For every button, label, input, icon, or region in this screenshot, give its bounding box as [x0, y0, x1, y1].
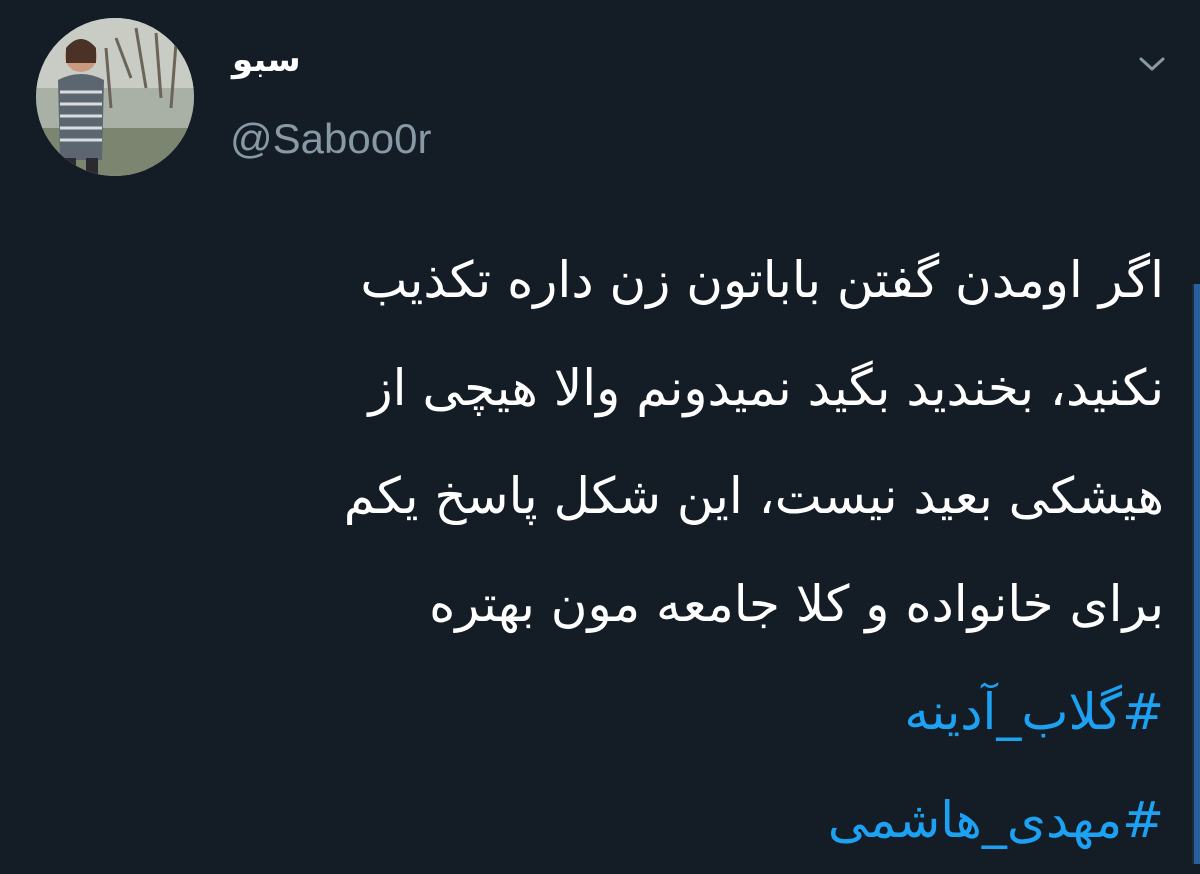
user-handle[interactable]: @Saboo0r — [230, 114, 431, 164]
display-name[interactable]: سبو — [232, 38, 301, 82]
tweet-text-line: هیشکی بعید نیست، این شکل پاسخ یکم — [343, 467, 1164, 525]
avatar[interactable] — [36, 18, 194, 176]
more-options-button[interactable] — [1134, 46, 1170, 82]
chevron-down-icon — [1139, 57, 1165, 71]
scrollbar-thumb[interactable] — [1194, 284, 1200, 864]
tweet-text-line: نکنید، بخندید بگید نمیدونم والا هیچی از — [368, 359, 1164, 417]
tweet-text-line: برای خانواده و کلا جامعه مون بهتره — [429, 575, 1164, 633]
tweet-card: سبو @Saboo0r اگر اومدن گفتن باباتون زن د… — [0, 0, 1200, 864]
hashtag-link[interactable]: #مهدی_هاشمی — [44, 766, 1164, 874]
tweet-text-line: اگر اومدن گفتن باباتون زن داره تکذیب — [360, 251, 1164, 309]
tweet-text: اگر اومدن گفتن باباتون زن داره تکذیب نکن… — [44, 226, 1164, 874]
hashtag-link[interactable]: #گلاب_آدینه — [44, 658, 1164, 766]
avatar-photo-icon — [36, 18, 194, 176]
